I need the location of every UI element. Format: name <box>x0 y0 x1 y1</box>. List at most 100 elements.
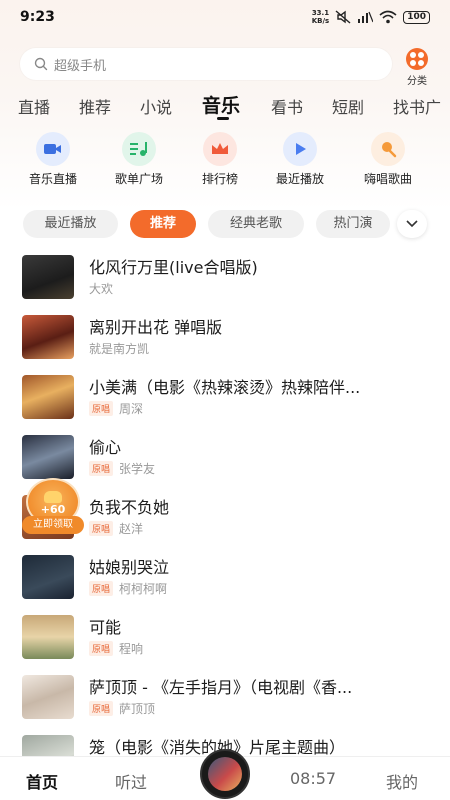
original-badge: 原唱 <box>89 461 114 476</box>
song-title: 笼（电影《消失的她》片尾主题曲） <box>89 738 346 756</box>
category-button[interactable]: 分类 <box>399 48 435 87</box>
net-speed-unit: KB/s <box>311 17 330 25</box>
song-title: 萨顶顶 - 《左手指月》（电视剧《香... <box>89 678 353 697</box>
expand-chips-button[interactable] <box>397 210 427 238</box>
song-row[interactable]: 离别开出花 弹唱版 就是南方凯 <box>0 311 450 371</box>
search-input[interactable]: 超级手机 <box>20 48 392 80</box>
crown-icon <box>203 132 237 166</box>
song-meta: 原唱 周深 <box>89 400 143 417</box>
quick-label: 音乐直播 <box>28 172 77 186</box>
quick-charts[interactable]: 排行榜 <box>175 132 265 187</box>
net-speed-value: 33.1 <box>311 9 330 17</box>
status-bar: 9:23 33.1 KB/s 100 <box>0 0 450 34</box>
song-title: 姑娘别哭泣 <box>89 558 170 577</box>
nav-home[interactable]: 首页 <box>26 769 58 793</box>
artist-name: 赵洋 <box>119 522 144 536</box>
song-row[interactable]: 萨顶顶 - 《左手指月》（电视剧《香... 原唱 萨顶顶 <box>0 671 450 731</box>
song-meta: 大欢 <box>89 280 113 297</box>
chip-recent[interactable]: 最近播放 <box>23 210 118 238</box>
chip-hot-live[interactable]: 热门演 <box>316 210 390 238</box>
song-title: 离别开出花 弹唱版 <box>89 318 223 337</box>
wifi-icon <box>379 10 397 24</box>
album-cover <box>22 435 74 479</box>
artist-name: 大欢 <box>89 282 114 296</box>
song-meta: 原唱 程响 <box>89 640 143 657</box>
tab-indicator <box>217 117 229 120</box>
original-badge: 原唱 <box>89 581 114 596</box>
song-title: 小美满（电影《热辣滚烫》热辣陪伴... <box>89 378 361 397</box>
original-badge: 原唱 <box>89 521 114 536</box>
tab-live[interactable]: 直播 <box>18 94 50 118</box>
quick-entries: 音乐直播 歌单广场 排行榜 最近播放 嗨唱歌曲 <box>0 132 450 192</box>
playlist-icon <box>122 132 156 166</box>
reward-badge[interactable]: +60 立即领取 <box>22 478 86 536</box>
filter-chips: 最近播放 推荐 经典老歌 热门演 <box>0 210 450 238</box>
album-art <box>208 757 242 791</box>
song-meta: 原唱 萨顶顶 <box>89 700 155 717</box>
artist-name: 周深 <box>119 402 144 416</box>
tab-find-books[interactable]: 找书广 <box>393 94 441 118</box>
nav-time[interactable]: 08:57 <box>290 769 336 788</box>
tab-read[interactable]: 看书 <box>271 94 303 118</box>
quick-label: 最近播放 <box>275 172 324 186</box>
tab-short-drama[interactable]: 短剧 <box>332 94 364 118</box>
microphone-icon <box>371 132 405 166</box>
nav-mine[interactable]: 我的 <box>386 769 418 793</box>
album-cover <box>22 615 74 659</box>
song-row[interactable]: 化风行万里(live合唱版) 大欢 <box>0 251 450 311</box>
album-cover <box>22 735 74 756</box>
status-icons: 33.1 KB/s 100 <box>312 9 430 25</box>
play-icon <box>283 132 317 166</box>
tab-recommend[interactable]: 推荐 <box>79 94 111 118</box>
quick-hi-sing[interactable]: 嗨唱歌曲 <box>343 132 433 187</box>
album-cover <box>22 555 74 599</box>
category-label: 分类 <box>407 76 427 87</box>
quick-label: 嗨唱歌曲 <box>363 172 412 186</box>
artist-name: 程响 <box>119 642 144 656</box>
album-cover <box>22 675 74 719</box>
net-speed: 33.1 KB/s <box>312 9 329 25</box>
search-placeholder: 超级手机 <box>54 58 107 74</box>
artist-name: 柯柯柯啊 <box>119 582 168 596</box>
song-row[interactable]: 小美满（电影《热辣滚烫》热辣陪伴... 原唱 周深 <box>0 371 450 431</box>
song-meta: 原唱 赵洋 <box>89 520 143 537</box>
original-badge: 原唱 <box>89 701 114 716</box>
reward-claim-button[interactable]: 立即领取 <box>22 516 84 534</box>
search-row: 超级手机 分类 <box>20 48 435 87</box>
album-cover <box>22 315 74 359</box>
now-playing-disc[interactable] <box>200 749 250 799</box>
quick-label: 歌单广场 <box>114 172 163 186</box>
mute-icon <box>335 10 351 24</box>
quick-recent-play[interactable]: 最近播放 <box>255 132 345 187</box>
song-meta: 原唱 张学友 <box>89 460 155 477</box>
song-row[interactable]: 姑娘别哭泣 原唱 柯柯柯啊 <box>0 551 450 611</box>
battery-icon: 100 <box>403 10 430 24</box>
search-icon <box>34 57 48 71</box>
nav-listened[interactable]: 听过 <box>115 769 147 793</box>
camera-icon <box>36 132 70 166</box>
song-meta: 原唱 柯柯柯啊 <box>89 580 167 597</box>
song-meta: 就是南方凯 <box>89 340 149 357</box>
song-row[interactable]: 可能 原唱 程响 <box>0 611 450 671</box>
chip-classic[interactable]: 经典老歌 <box>208 210 304 238</box>
chevron-down-icon <box>406 220 418 228</box>
artist-name: 萨顶顶 <box>119 702 156 716</box>
song-title: 可能 <box>89 618 122 637</box>
chip-recommend[interactable]: 推荐 <box>130 210 196 238</box>
reward-amount: +60 <box>40 502 66 516</box>
artist-name: 就是南方凯 <box>89 342 150 356</box>
tab-music[interactable]: 音乐 <box>202 91 240 118</box>
original-badge: 原唱 <box>89 641 114 656</box>
song-title: 偷心 <box>89 438 122 457</box>
coin-shape <box>44 490 62 503</box>
channel-tabs: 直播 推荐 小说 音乐 看书 短剧 找书广 <box>0 88 450 124</box>
album-cover <box>22 375 74 419</box>
quick-music-live[interactable]: 音乐直播 <box>8 132 98 187</box>
tab-novel[interactable]: 小说 <box>140 94 172 118</box>
song-title: 负我不负她 <box>89 498 170 517</box>
status-time: 9:23 <box>20 9 55 25</box>
song-title: 化风行万里(live合唱版) <box>89 258 258 277</box>
original-badge: 原唱 <box>89 401 114 416</box>
quick-playlist-square[interactable]: 歌单广场 <box>94 132 184 187</box>
album-cover <box>22 255 74 299</box>
